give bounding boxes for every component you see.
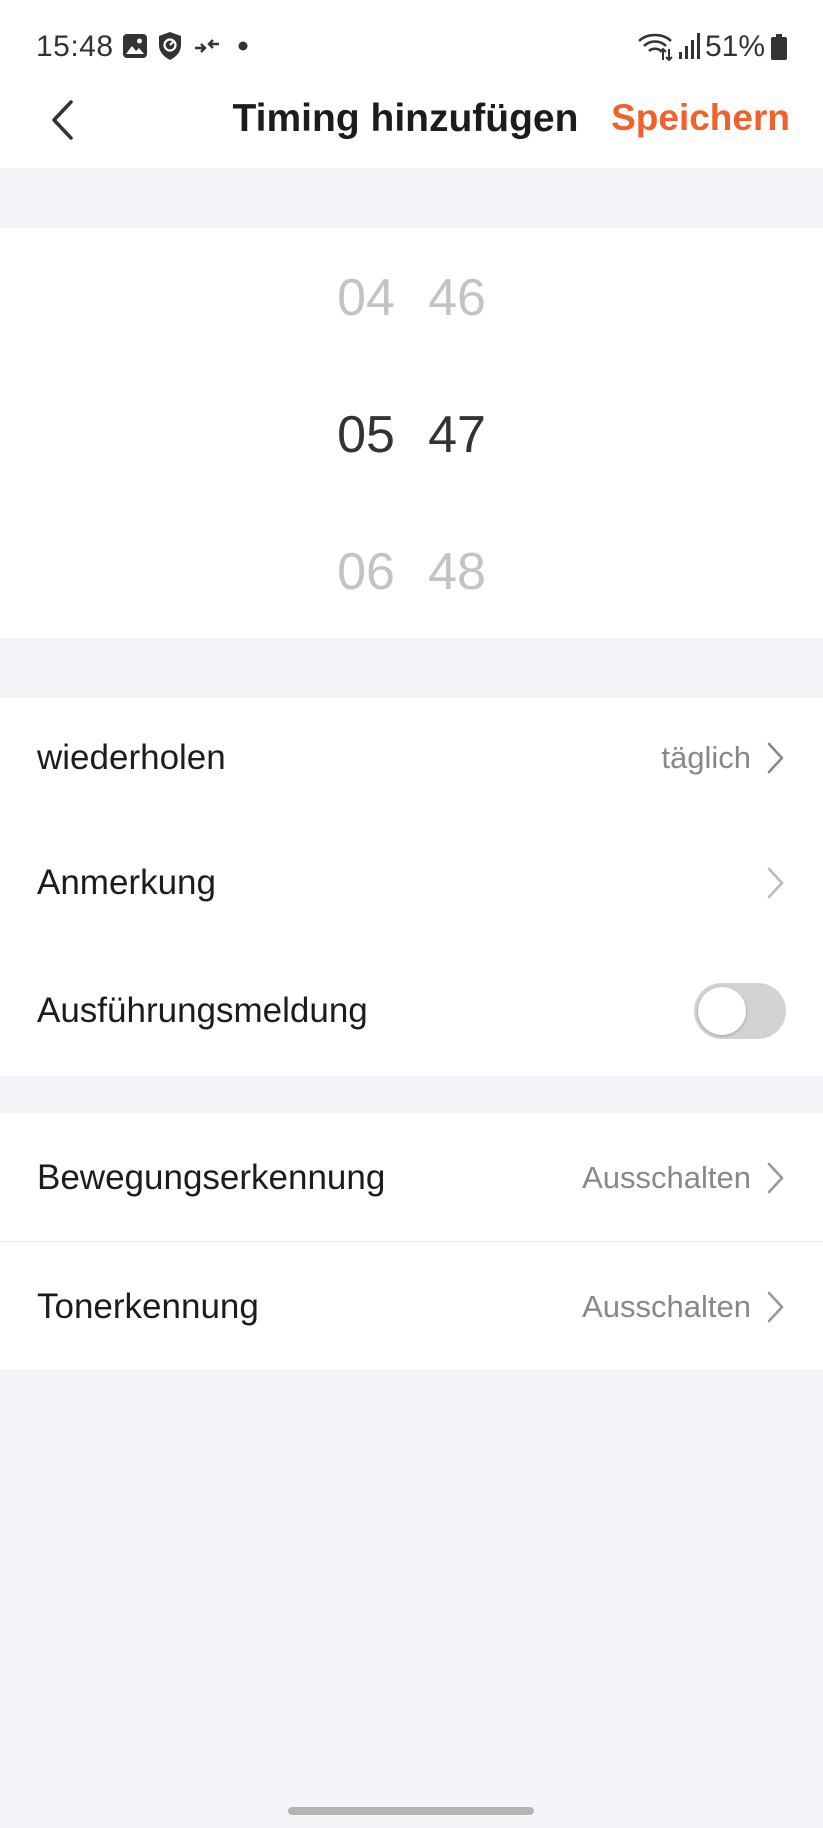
data-transfer-icon: [195, 39, 219, 53]
header: Timing hinzufügen Speichern: [0, 95, 823, 168]
gallery-icon: [123, 34, 147, 58]
notification-label: Ausführungsmeldung: [37, 991, 368, 1030]
battery-icon: [771, 34, 787, 60]
hour-option[interactable]: 06: [326, 542, 406, 602]
hour-option[interactable]: 04: [326, 268, 406, 328]
sound-detection-label: Tonerkennung: [37, 1287, 259, 1326]
chevron-right-icon: [767, 867, 784, 899]
status-bar: 15:48 51%: [0, 0, 823, 95]
sound-detection-row[interactable]: Tonerkennung Ausschalten: [0, 1252, 823, 1362]
motion-detection-value: Ausschalten: [582, 1160, 751, 1195]
settings-group-2: Bewegungserkennung Ausschalten Tonerkenn…: [0, 1113, 823, 1369]
signal-icon: [679, 33, 700, 59]
chevron-right-icon: [767, 742, 784, 774]
page-title-text: Timing hinzufügen: [232, 97, 579, 140]
time-picker[interactable]: 04 05 06 46 47 48: [0, 228, 823, 638]
note-label: Anmerkung: [37, 863, 216, 902]
repeat-label: wiederholen: [37, 738, 226, 777]
wifi-icon: [638, 33, 673, 61]
motion-detection-row[interactable]: Bewegungserkennung Ausschalten: [0, 1123, 823, 1233]
settings-group-1: wiederholen täglich Anmerkung Ausführung…: [0, 698, 823, 1076]
status-time: 15:48: [36, 30, 114, 63]
chevron-right-icon: [767, 1291, 784, 1323]
note-row[interactable]: Anmerkung: [0, 828, 823, 938]
home-indicator[interactable]: [288, 1807, 534, 1815]
hour-option-selected[interactable]: 05: [326, 405, 406, 465]
screen: 15:48 51% Timing hinzufügen Speichern 04…: [0, 0, 823, 1828]
motion-detection-label: Bewegungserkennung: [37, 1158, 386, 1197]
repeat-value: täglich: [661, 740, 751, 775]
minute-option-selected[interactable]: 47: [417, 405, 497, 465]
hour-wheel[interactable]: 04 05 06: [326, 228, 406, 638]
notification-row: Ausführungsmeldung: [0, 956, 823, 1066]
notification-toggle[interactable]: [694, 983, 786, 1039]
minute-option[interactable]: 48: [417, 542, 497, 602]
save-button[interactable]: Speichern: [611, 97, 790, 139]
toggle-knob: [698, 987, 746, 1035]
battery-percent: 51%: [704, 30, 765, 63]
sound-detection-value: Ausschalten: [582, 1289, 751, 1324]
minute-wheel[interactable]: 46 47 48: [417, 228, 497, 638]
row-divider: [0, 1241, 823, 1242]
shield-icon: [159, 32, 181, 60]
minute-option[interactable]: 46: [417, 268, 497, 328]
repeat-row[interactable]: wiederholen täglich: [0, 703, 823, 813]
chevron-right-icon: [767, 1162, 784, 1194]
dot-icon: [238, 41, 248, 51]
